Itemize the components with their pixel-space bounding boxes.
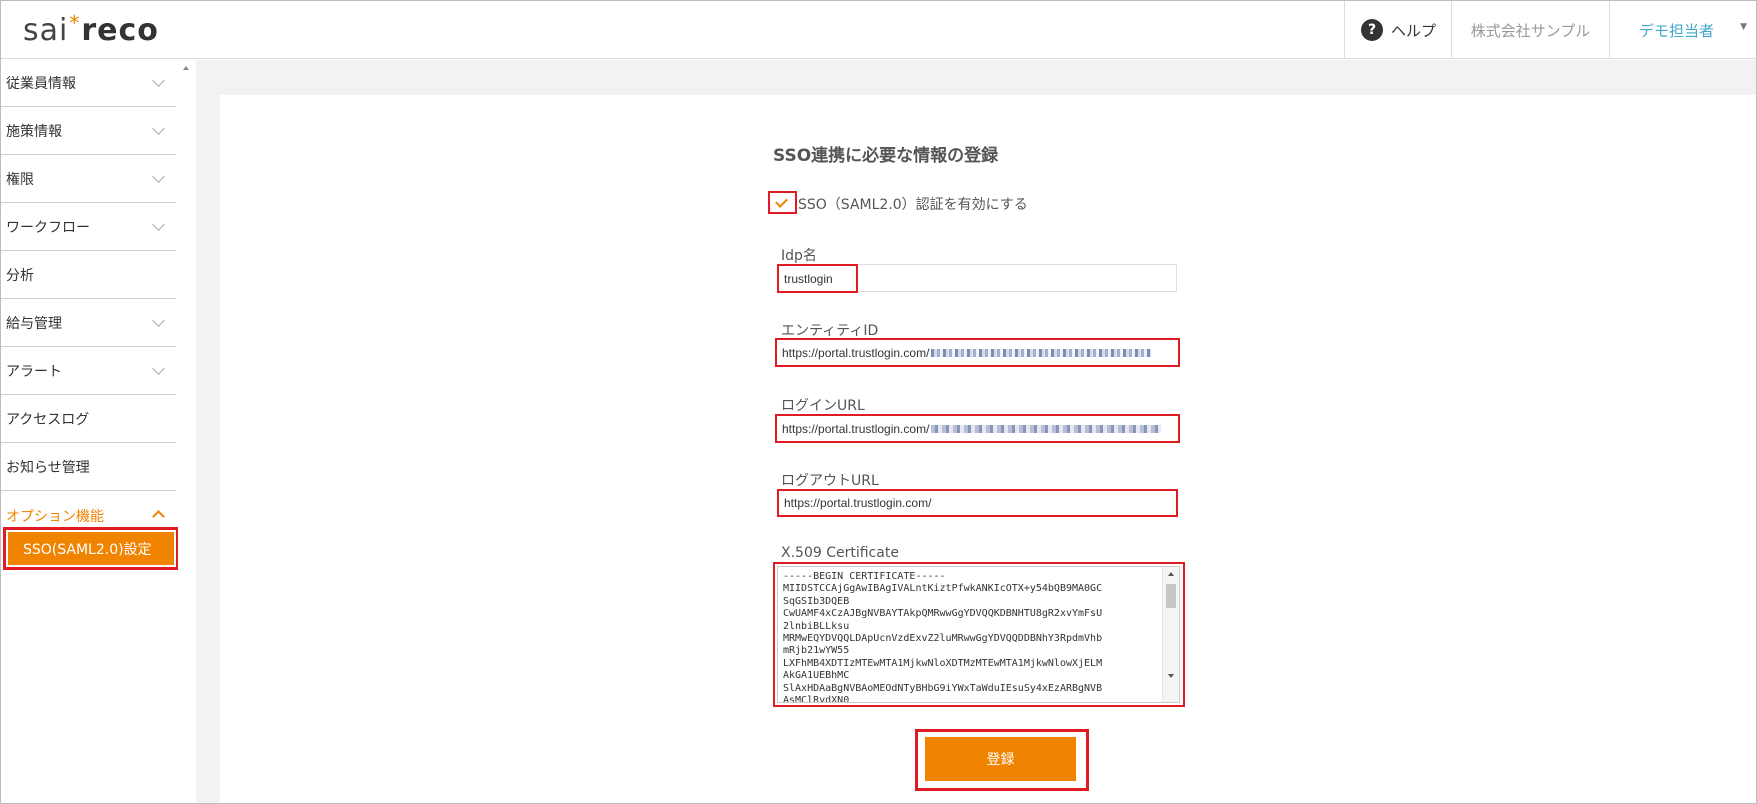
sidebar-item-payroll[interactable]: 給与管理: [1, 300, 176, 347]
logout-url-value: https://portal.trustlogin.com/: [784, 496, 932, 510]
scroll-up-icon[interactable]: [1168, 572, 1174, 576]
sidebar-item-label: 施策情報: [6, 124, 62, 140]
sso-enable-checkbox[interactable]: [768, 191, 797, 214]
idp-value: trustlogin: [784, 271, 833, 286]
logo-star: *: [69, 11, 81, 35]
help-label: ヘルプ: [1391, 21, 1437, 40]
sidebar-item-permissions[interactable]: 権限: [1, 156, 176, 203]
top-header: sai*reco ? ヘルプ 株式会社サンプル デモ担当者 ▼: [1, 1, 1756, 59]
scroll-thumb[interactable]: [1166, 584, 1176, 608]
sidebar-item-measures[interactable]: 施策情報: [1, 108, 176, 155]
entity-id-input[interactable]: https://portal.trustlogin.com/: [775, 338, 1180, 367]
sidebar-item-label: 従業員情報: [6, 76, 76, 92]
sidebar-item-notices[interactable]: お知らせ管理: [1, 444, 176, 491]
sidebar-item-label: ワークフロー: [6, 220, 90, 236]
sso-enable-label: SSO（SAML2.0）認証を有効にする: [798, 197, 1028, 213]
sidebar-item-label: 分析: [6, 268, 34, 284]
sidebar-scrollbar[interactable]: [178, 60, 195, 803]
sidebar-subitem-label: SSO(SAML2.0)設定: [23, 541, 152, 558]
chevron-down-icon: [152, 362, 165, 375]
sidebar-item-label: アクセスログ: [6, 412, 90, 428]
checkmark-icon: [775, 195, 788, 208]
logo-text-sai: sai: [23, 13, 69, 48]
chevron-down-icon: [152, 170, 165, 183]
chevron-down-icon: [152, 314, 165, 327]
sidebar-item-access-log[interactable]: アクセスログ: [1, 396, 176, 443]
entity-id-label: エンティティID: [781, 323, 879, 339]
certificate-scrollbar[interactable]: [1162, 567, 1179, 702]
help-link[interactable]: ? ヘルプ: [1344, 1, 1451, 59]
sso-settings-highlight: SSO(SAML2.0)設定: [3, 527, 179, 570]
user-menu[interactable]: デモ担当者 ▼: [1609, 1, 1757, 59]
scroll-up-icon[interactable]: [183, 66, 189, 70]
caret-down-icon: ▼: [1740, 22, 1747, 32]
certificate-textarea[interactable]: -----BEGIN CERTIFICATE----- MIIDSTCCAjGg…: [777, 566, 1180, 703]
register-button[interactable]: 登録: [925, 737, 1076, 781]
sidebar-item-workflow[interactable]: ワークフロー: [1, 204, 176, 251]
logout-url-label: ログアウトURL: [781, 473, 879, 489]
certificate-label: X.509 Certificate: [781, 545, 899, 561]
redacted-text: [931, 424, 1162, 433]
chevron-down-icon: [152, 218, 165, 231]
page-title: SSO連携に必要な情報の登録: [773, 146, 999, 166]
entity-id-value: https://portal.trustlogin.com/: [782, 345, 930, 360]
sidebar: 従業員情報 施策情報 権限 ワークフロー 分析 給与管理 アラート アクセスログ…: [1, 60, 195, 803]
user-name: デモ担当者: [1639, 21, 1715, 40]
logo-text-reco: reco: [81, 13, 159, 48]
sidebar-item-label: 給与管理: [6, 316, 62, 332]
chevron-down-icon: [152, 74, 165, 87]
scroll-down-icon[interactable]: [1168, 674, 1174, 678]
sidebar-item-label: 権限: [6, 172, 34, 188]
help-icon: ?: [1361, 19, 1383, 41]
app-logo[interactable]: sai*reco: [23, 11, 159, 48]
idp-label: Idp名: [781, 248, 817, 264]
login-url-input[interactable]: https://portal.trustlogin.com/: [775, 414, 1180, 443]
sidebar-item-label: アラート: [6, 364, 62, 380]
chevron-down-icon: [152, 122, 165, 135]
redacted-text: [931, 348, 1152, 357]
sidebar-item-alerts[interactable]: アラート: [1, 348, 176, 395]
sidebar-item-analysis[interactable]: 分析: [1, 252, 176, 299]
sidebar-item-label: オプション機能: [6, 508, 104, 525]
sidebar-item-employee-info[interactable]: 従業員情報: [1, 60, 176, 107]
company-name: 株式会社サンプル: [1451, 1, 1609, 59]
certificate-value: -----BEGIN CERTIFICATE----- MIIDSTCCAjGg…: [783, 571, 1103, 703]
idp-value-highlight: trustlogin: [777, 264, 858, 293]
chevron-up-icon: [152, 510, 165, 523]
login-url-label: ログインURL: [781, 398, 865, 414]
sidebar-subitem-sso-settings[interactable]: SSO(SAML2.0)設定: [8, 532, 174, 565]
login-url-value: https://portal.trustlogin.com/: [782, 421, 930, 436]
logout-url-input[interactable]: https://portal.trustlogin.com/: [777, 489, 1178, 517]
sidebar-item-label: お知らせ管理: [6, 460, 90, 476]
